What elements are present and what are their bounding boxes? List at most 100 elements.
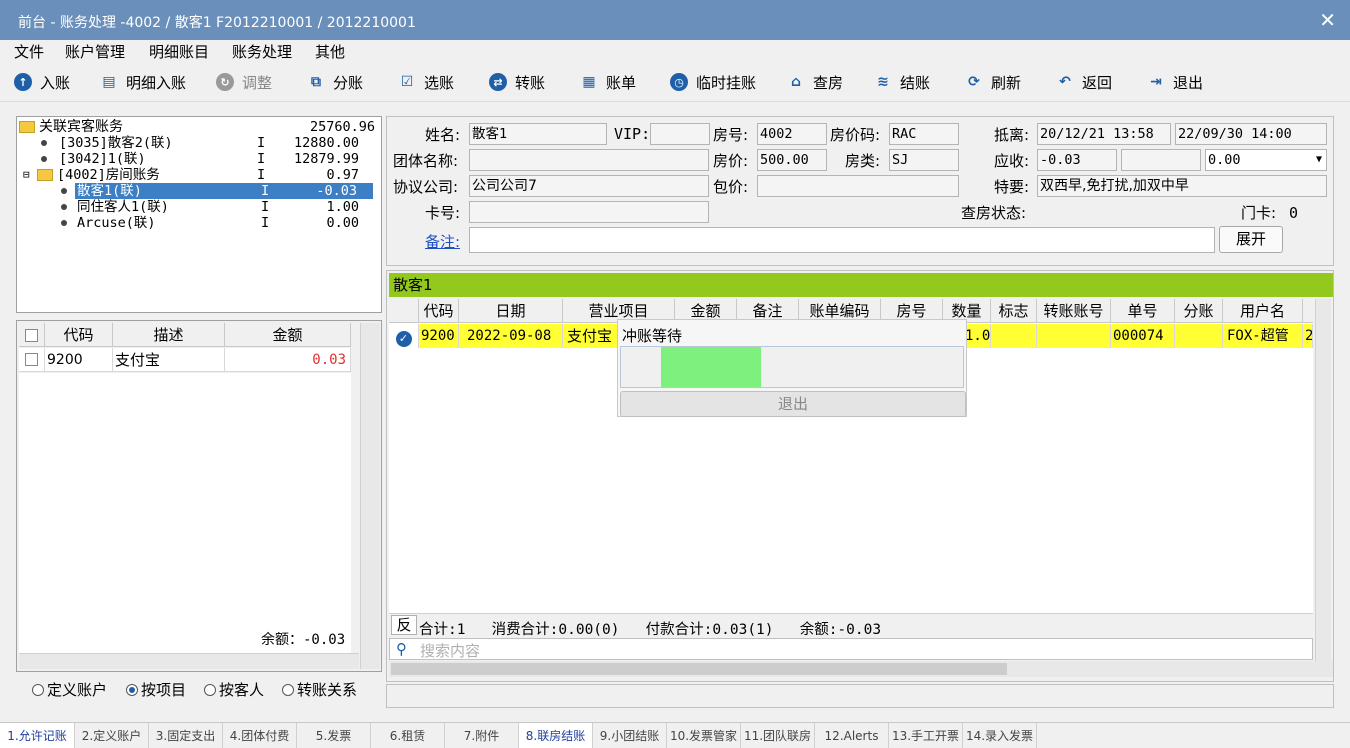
grid-horizontal-scrollbar[interactable] xyxy=(389,661,1333,677)
search-box[interactable]: ⚲ 搜索内容 xyxy=(389,638,1313,660)
close-icon[interactable]: ✕ xyxy=(1319,8,1336,32)
due-select[interactable]: 0.00 ▼ xyxy=(1205,149,1327,171)
tree-item[interactable]: Arcuse(联) I 0.00 xyxy=(19,215,359,231)
group-field[interactable] xyxy=(469,149,709,171)
remark-field[interactable] xyxy=(469,227,1215,253)
tab-team-linked-rooms[interactable]: 11.团队联房 xyxy=(741,723,815,748)
tab-rental[interactable]: 6.租赁 xyxy=(371,723,445,748)
bill-button[interactable]: ▦ 账单 xyxy=(580,70,636,94)
room-field[interactable]: 4002 xyxy=(757,123,827,145)
table-row[interactable]: 9200 支付宝 0.03 xyxy=(19,348,351,372)
tab-enter-invoice[interactable]: 14.录入发票 xyxy=(963,723,1037,748)
col-user[interactable]: 用户名 xyxy=(1223,299,1303,323)
select-button[interactable]: ☑ 选账 xyxy=(398,70,454,94)
grid-vertical-scrollbar[interactable] xyxy=(1315,299,1331,661)
menu-detail-items[interactable]: 明细账目 xyxy=(149,41,209,62)
transfer-icon: ⇄ xyxy=(489,73,507,91)
arrival-field[interactable]: 20/12/21 13:58 xyxy=(1037,123,1171,145)
tab-allow-posting[interactable]: 1.允许记账 xyxy=(0,723,75,748)
menu-billing[interactable]: 账务处理 xyxy=(232,41,292,62)
package-field[interactable] xyxy=(757,175,959,197)
tree-item[interactable]: [3035]散客2(联) I 12880.00 xyxy=(19,135,359,151)
tab-invoice[interactable]: 5.发票 xyxy=(297,723,371,748)
post-button[interactable]: ↑ 入账 xyxy=(14,70,70,94)
tab-group-payment[interactable]: 4.团体付费 xyxy=(223,723,297,748)
transfer-button[interactable]: ⇄ 转账 xyxy=(489,70,545,94)
tab-invoice-manager[interactable]: 10.发票管家 xyxy=(667,723,741,748)
remark-link[interactable]: 备注: xyxy=(425,231,460,252)
tree-item[interactable]: ⊟ [4002]房间账务 I 0.97 xyxy=(19,167,359,183)
menu-account-mgmt[interactable]: 账户管理 xyxy=(65,41,125,62)
row-checked-icon[interactable]: ✓ xyxy=(395,331,412,347)
special-request-field[interactable]: 双西早,免打扰,加双中早 xyxy=(1037,175,1327,197)
ledger-panel: 散客1 代码 日期 营业项目 金额 备注 账单编码 房号 数量 标志 转账账号 … xyxy=(386,270,1334,682)
col-bill-no[interactable]: 单号 xyxy=(1111,299,1175,323)
vertical-scrollbar[interactable] xyxy=(360,323,380,669)
option-by-item[interactable]: 按项目 xyxy=(126,679,186,700)
select-all-checkbox[interactable] xyxy=(25,329,38,342)
refresh-button[interactable]: ⟳ 刷新 xyxy=(965,70,1021,94)
col-code[interactable]: 代码 xyxy=(419,299,459,323)
option-transfer-relation[interactable]: 转账关系 xyxy=(282,679,357,700)
dialog-exit-button[interactable]: 退出 xyxy=(620,391,966,417)
exit-button[interactable]: ⇥ 退出 xyxy=(1147,70,1203,94)
search-icon: ⚲ xyxy=(396,640,407,658)
col-split[interactable]: 分账 xyxy=(1175,299,1223,323)
back-icon: ↶ xyxy=(1059,74,1071,90)
company-field[interactable]: 公司公司7 xyxy=(469,175,709,197)
tab-alerts[interactable]: 12.Alerts xyxy=(815,723,889,748)
reversal-wait-dialog: 冲账等待 退出 xyxy=(617,319,967,417)
menu-other[interactable]: 其他 xyxy=(315,41,345,62)
horizontal-scrollbar[interactable] xyxy=(19,653,359,669)
door-card-value: 0 xyxy=(1289,204,1299,222)
tab-attachment[interactable]: 7.附件 xyxy=(445,723,519,748)
progress-fill xyxy=(661,347,761,387)
col-flag[interactable]: 标志 xyxy=(991,299,1037,323)
split-icon: ⧉ xyxy=(311,74,321,90)
guest-info-panel: 姓名: 散客1 VIP: 房号: 4002 房价码: RAC 抵离: 20/12… xyxy=(386,116,1334,266)
price-field[interactable]: 500.00 xyxy=(757,149,827,171)
tree-item[interactable]: 同住客人1(联) I 1.00 xyxy=(19,199,359,215)
room-check-button[interactable]: ⌂ 查房 xyxy=(787,70,843,94)
tree-item-selected[interactable]: 散客1(联) I -0.03 xyxy=(19,183,373,199)
items-balance: 余额：-0.03 xyxy=(261,632,346,648)
adjust-button[interactable]: ↻ 调整 xyxy=(216,70,272,94)
due-field[interactable]: -0.03 xyxy=(1037,149,1117,171)
vip-field[interactable] xyxy=(650,123,710,145)
tab-manual-invoice[interactable]: 13.手工开票 xyxy=(889,723,963,748)
menu-bar: 文件 账户管理 明细账目 账务处理 其他 xyxy=(0,40,1350,62)
departure-field[interactable]: 22/09/30 14:00 xyxy=(1175,123,1327,145)
tree-root[interactable]: 关联宾客账务 25760.96 xyxy=(19,119,375,135)
reverse-button[interactable]: 反 xyxy=(391,615,417,635)
col-date[interactable]: 日期 xyxy=(459,299,563,323)
collapse-icon[interactable]: ⊟ xyxy=(23,167,30,183)
node-dot-icon xyxy=(61,188,67,194)
rate-code-field[interactable]: RAC xyxy=(889,123,959,145)
col-amount: 金额 xyxy=(225,323,351,347)
option-defined-account[interactable]: 定义账户 xyxy=(32,679,107,700)
tab-fixed-expense[interactable]: 3.固定支出 xyxy=(149,723,223,748)
split-button[interactable]: ⧉ 分账 xyxy=(307,70,363,94)
option-by-guest[interactable]: 按客人 xyxy=(204,679,264,700)
folder-icon xyxy=(19,121,35,133)
tab-define-account[interactable]: 2.定义账户 xyxy=(75,723,149,748)
col-transfer-account[interactable]: 转账账号 xyxy=(1037,299,1111,323)
scroll-thumb[interactable] xyxy=(391,663,1007,675)
tab-linked-checkout[interactable]: 8.联房结账 xyxy=(519,723,593,748)
due-field-2[interactable] xyxy=(1121,149,1201,171)
tree-item[interactable]: [3042]1(联) I 12879.99 xyxy=(19,151,359,167)
window-title: 前台 - 账务处理 -4002 / 散客1 F2012210001 / 2012… xyxy=(18,15,416,31)
book-icon: ▤ xyxy=(102,74,116,90)
name-field[interactable]: 散客1 xyxy=(469,123,607,145)
room-type-field[interactable]: SJ xyxy=(889,149,959,171)
exit-icon: ⇥ xyxy=(1150,74,1162,90)
expand-button[interactable]: 展开 xyxy=(1219,226,1283,253)
menu-file[interactable]: 文件 xyxy=(14,41,44,62)
temp-hold-button[interactable]: ◷ 临时挂账 xyxy=(670,70,756,94)
tab-small-group-checkout[interactable]: 9.小团结账 xyxy=(593,723,667,748)
row-checkbox[interactable] xyxy=(25,353,38,366)
checkout-button[interactable]: ≋ 结账 xyxy=(874,70,930,94)
back-button[interactable]: ↶ 返回 xyxy=(1056,70,1112,94)
card-field[interactable] xyxy=(469,201,709,223)
detail-post-button[interactable]: ▤ 明细入账 xyxy=(100,70,186,94)
